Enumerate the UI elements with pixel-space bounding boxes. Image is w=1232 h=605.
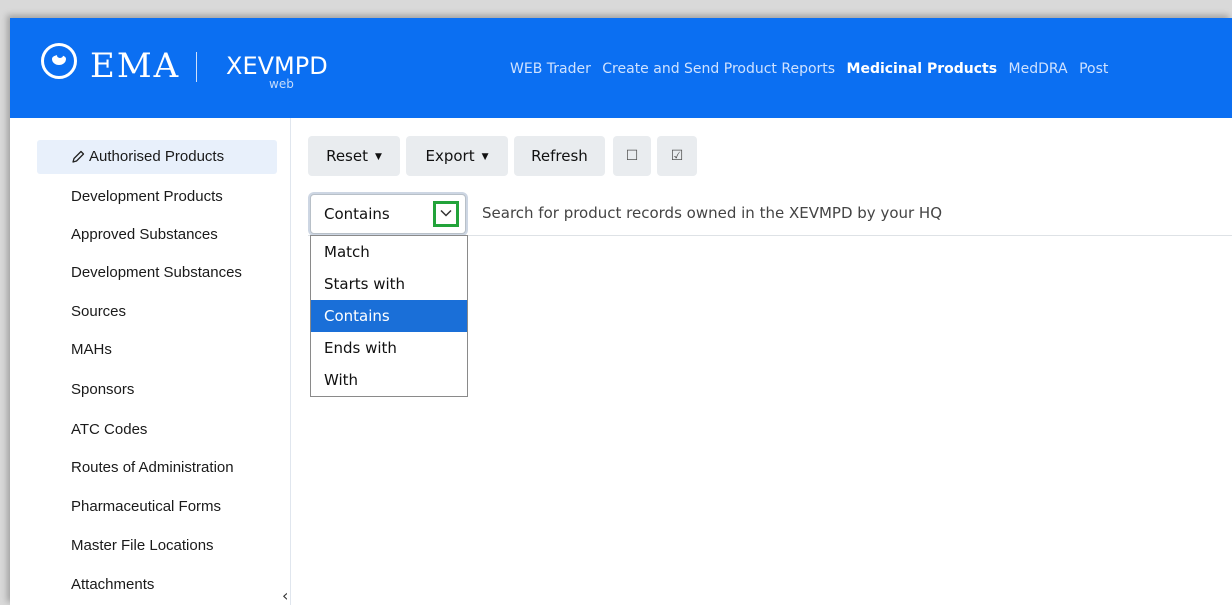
select-all-button[interactable]: ☑: [657, 136, 697, 176]
nav-meddra[interactable]: MedDRA: [1009, 61, 1068, 77]
nav-web-trader[interactable]: WEB Trader: [510, 61, 591, 77]
sidebar-item-sponsors[interactable]: Sponsors: [37, 373, 277, 407]
sidebar-item-label: MAHs: [71, 341, 112, 358]
sidebar-item-label: Authorised Products: [89, 148, 225, 165]
sidebar-item-label: Development Products: [71, 188, 223, 205]
org-logo-text: EMA: [90, 46, 181, 86]
search-input[interactable]: [482, 195, 1222, 231]
export-label: Export: [425, 147, 475, 165]
nav-medicinal-products[interactable]: Medicinal Products: [847, 61, 998, 77]
app-subtitle: web: [269, 77, 294, 91]
option-match[interactable]: Match: [311, 236, 467, 268]
option-with[interactable]: With: [311, 364, 467, 396]
nav-create-send-reports[interactable]: Create and Send Product Reports: [602, 61, 835, 77]
ema-logo-icon: [41, 43, 77, 79]
sidebar-item-label: Routes of Administration: [71, 459, 234, 476]
caret-down-icon: ▼: [374, 152, 382, 162]
sidebar-item-pharmaceutical-forms[interactable]: Pharmaceutical Forms: [37, 490, 277, 524]
sidebar-item-approved-substances[interactable]: Approved Substances: [37, 218, 277, 252]
sidebar-item-mahs[interactable]: MAHs: [37, 333, 277, 367]
dropdown-toggle-button[interactable]: [433, 201, 459, 227]
nav-post[interactable]: Post: [1079, 61, 1108, 77]
sidebar: Authorised Products Development Products…: [10, 118, 291, 605]
app-window: EMA XEVMPD web WEB Trader Create and Sen…: [10, 18, 1232, 605]
sidebar-item-development-products[interactable]: Development Products: [37, 180, 277, 214]
sidebar-item-label: Attachments: [71, 576, 155, 593]
checkbox-checked-icon: ☑: [670, 148, 684, 164]
app-name: XEVMPD: [226, 52, 328, 80]
sidebar-item-development-substances[interactable]: Development Substances: [37, 256, 277, 290]
sidebar-item-label: ATC Codes: [71, 421, 148, 438]
match-mode-dropdown: Match Starts with Contains Ends with Wit…: [310, 235, 468, 397]
option-starts-with[interactable]: Starts with: [311, 268, 467, 300]
sidebar-item-sources[interactable]: Sources: [37, 295, 277, 329]
sidebar-item-label: Pharmaceutical Forms: [71, 498, 222, 515]
sidebar-item-attachments[interactable]: Attachments: [37, 568, 277, 602]
search-bar: Contains: [308, 192, 1232, 236]
sidebar-item-master-file-locations[interactable]: Master File Locations: [37, 529, 277, 563]
sidebar-item-label: Development Substances: [71, 264, 242, 281]
logo-divider: [196, 52, 197, 82]
pencil-icon: [72, 150, 85, 163]
top-nav: WEB Trader Create and Send Product Repor…: [510, 61, 1115, 77]
sidebar-item-authorised-products[interactable]: Authorised Products: [37, 140, 277, 174]
chevron-down-icon: [440, 209, 452, 217]
checkbox-empty-icon: ☐: [625, 148, 639, 164]
sidebar-item-label: Sponsors: [71, 381, 135, 398]
reset-button[interactable]: Reset ▼: [308, 136, 400, 176]
option-contains[interactable]: Contains: [311, 300, 467, 332]
match-mode-value: Contains: [324, 205, 390, 223]
collapse-sidebar-icon[interactable]: ‹: [282, 586, 288, 605]
sidebar-item-label: Master File Locations: [71, 537, 214, 554]
sidebar-item-routes-of-administration[interactable]: Routes of Administration: [37, 451, 277, 485]
refresh-button[interactable]: Refresh: [514, 136, 605, 176]
select-none-button[interactable]: ☐: [613, 136, 651, 176]
top-header: EMA XEVMPD web WEB Trader Create and Sen…: [10, 18, 1232, 118]
export-button[interactable]: Export ▼: [406, 136, 508, 176]
sidebar-item-atc-codes[interactable]: ATC Codes: [37, 413, 277, 447]
caret-down-icon: ▼: [481, 152, 489, 162]
sidebar-item-label: Approved Substances: [71, 226, 218, 243]
option-ends-with[interactable]: Ends with: [311, 332, 467, 364]
match-mode-select[interactable]: Contains: [310, 194, 466, 234]
refresh-label: Refresh: [531, 147, 588, 165]
sidebar-item-label: Sources: [71, 303, 127, 320]
reset-label: Reset: [326, 147, 368, 165]
